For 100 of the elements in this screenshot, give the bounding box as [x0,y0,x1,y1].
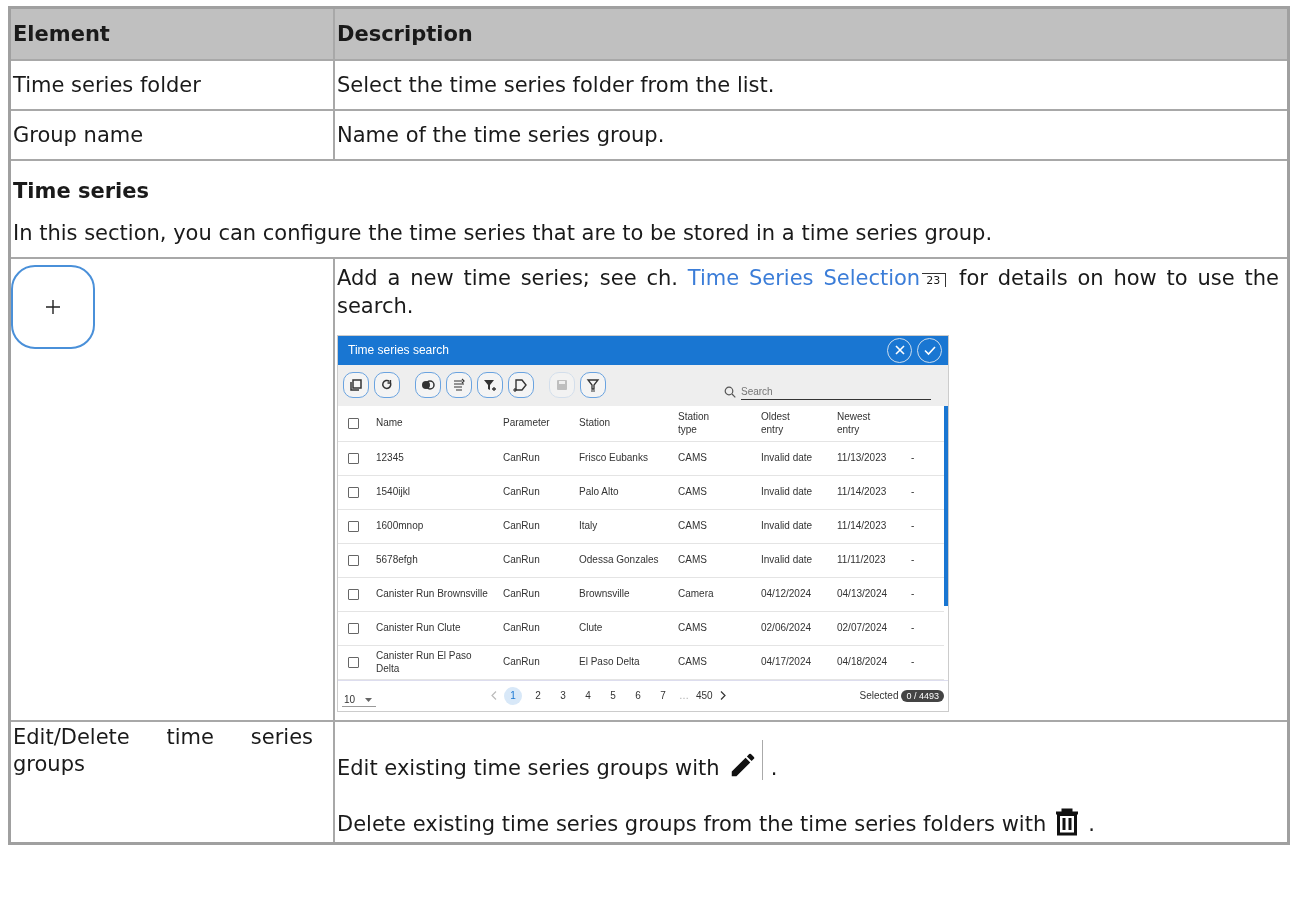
checkbox[interactable] [348,486,359,498]
table-cell-text: Edit/Delete time series groups [13,723,313,778]
dash-text: - [911,655,916,669]
dash-text: - [911,451,916,465]
description-text: Delete existing time series groups from the time series folders with [337,811,1047,836]
dash-text: - [911,485,916,499]
table-cell-text: CAMS [678,621,708,635]
page-button[interactable]: 6 [629,686,647,705]
page-size-select[interactable]: 10 [342,690,376,708]
table-cell-text: 04/12/2024 [761,587,813,601]
table-cell-text: 12345 [376,451,405,465]
table-cell-text: Invalid date [761,553,814,567]
punctuation: . [770,755,778,780]
checkbox[interactable] [348,656,359,668]
table-cell-text: Canister Run El Paso Delta [376,648,473,676]
toolbar-button[interactable] [580,372,606,399]
table-cell-text: 11/13/2023 [837,451,888,465]
checkbox[interactable] [348,622,359,634]
filter-plus-icon [482,377,498,394]
table-cell-text: Frisco Eubanks [579,451,649,465]
checkbox[interactable] [348,452,359,464]
table-cell-text: CanRun [503,655,541,669]
table-cell-text: 1540ijkl [376,485,411,499]
trash-icon [1054,807,1081,836]
dash-text: - [911,519,916,533]
table-cell-text: 02/07/2024 [837,621,889,635]
column-header: Newest entry [837,409,872,438]
search-field[interactable]: Search [741,384,931,401]
column-header: Oldest entry [761,409,791,438]
table-cell-text: Brownsville [579,587,631,601]
table-cell-text: CanRun [503,587,541,601]
table-cell: Time series folder [9,60,334,110]
page-reference[interactable]: 23 [922,273,947,287]
page-button[interactable]: 2 [529,686,547,705]
search-icon [724,386,736,399]
toolbar-button[interactable] [508,372,534,399]
table-cell-text: 04/18/2024 [837,655,889,669]
dash-text: - [911,587,916,601]
column-header: Name [376,416,404,431]
plus-icon [46,300,60,314]
checkbox[interactable] [348,554,359,566]
column-header: Element [9,7,334,60]
ellipsis: … [679,690,689,702]
filter-icon [585,377,601,394]
table-cell-text: Invalid date [761,451,814,465]
toolbar-button[interactable] [343,372,369,399]
dialog-title: Time series search [348,343,449,358]
chevron-right-icon[interactable] [719,691,726,701]
table-cell-text: Palo Alto [579,485,620,499]
punctuation: . [1088,811,1095,836]
table-cell-text: CanRun [503,553,541,567]
toolbar-button[interactable] [477,372,503,399]
table-cell-text: Odessa Gonzales [579,553,660,567]
checkbox[interactable] [348,588,359,600]
table-cell-text: CanRun [503,621,541,635]
description-text: Edit existing time series groups with [337,755,720,780]
table-cell-text: 11/14/2023 [837,519,888,533]
table-cell-text: 5678efgh [376,553,419,567]
dash-text: - [911,621,916,635]
table-cell-text: 11/11/2023 [837,553,887,567]
description-text: Add a new time series; see ch. Time Series Selection 23 for details on how to use the search. [337,265,1279,321]
checkbox[interactable] [348,417,359,429]
dash-text: - [911,553,916,567]
column-header: Parameter [503,416,551,431]
table-cell-text: 02/06/2024 [761,621,813,635]
table-cell-text: CAMS [678,553,708,567]
table-cell-text: CanRun [503,485,541,499]
page-button[interactable]: 5 [604,686,622,705]
page-button[interactable]: 3 [554,686,572,705]
section-title: Time series [13,178,150,205]
link[interactable]: Time Series Selection [687,266,921,290]
table-cell-text: CAMS [678,655,708,669]
toolbar-button[interactable] [415,372,441,399]
selected-count-badge: 0 / 4493 [901,689,944,702]
table-cell: Group name [9,110,334,160]
column-header: Description [334,7,1289,60]
page-button[interactable]: 7 [654,686,672,705]
column-header: Station [579,416,612,431]
table-cell-text: Camera [678,587,715,601]
section-text: In this section, you can configure the time series that are to be stored in a time series group. [13,220,994,247]
table-cell-text: Invalid date [761,485,814,499]
checkbox[interactable] [348,520,359,532]
table-cell-text: CAMS [678,485,708,499]
lines-icon [451,377,467,394]
table-cell-text: CanRun [503,519,541,533]
table-cell-text: Invalid date [761,519,814,533]
page-size-value: 10 [344,694,356,706]
toolbar-button[interactable] [374,372,400,399]
table-cell-text: Clute [579,621,604,635]
tag-icon [513,377,529,394]
page-button[interactable]: 1 [504,686,522,705]
add-button[interactable] [11,265,95,349]
table-cell-text: 04/13/2024 [837,587,889,601]
page-button[interactable]: 450 [696,686,713,705]
page-button[interactable]: 4 [579,686,597,705]
table-cell-text: 11/14/2023 [837,485,888,499]
table-cell-text: CAMS [678,519,708,533]
table-cell-text: 1600mnop [376,519,425,533]
table-cell-text: CAMS [678,451,708,465]
table-cell-text: El Paso Delta [579,655,641,669]
